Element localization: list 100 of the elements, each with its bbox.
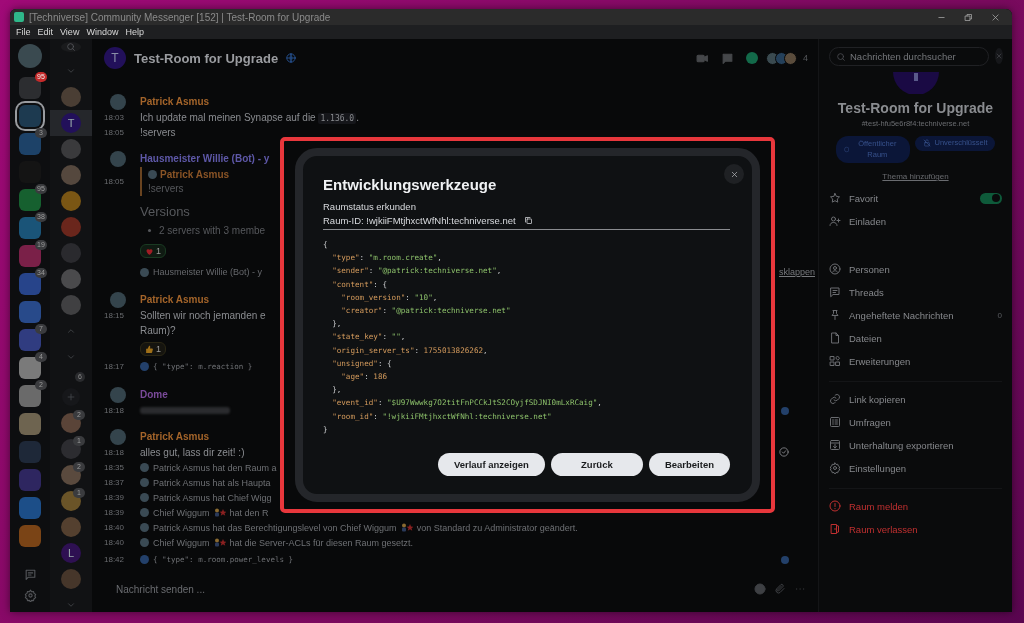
menu-item[interactable]: Edit [37,27,54,37]
menu-item[interactable]: Erweiterungen [829,354,1002,368]
menu-item[interactable]: Umfragen [829,415,1002,429]
message-text: Raum)? [140,325,176,336]
space-icon[interactable] [19,189,41,211]
menu-item[interactable]: Raum melden [829,499,1002,513]
menu-item[interactable]: Personen [829,262,1002,276]
reaction-button[interactable]: 1 [140,244,166,258]
quoted-sender: Patrick Asmus [160,169,230,180]
user-avatar[interactable] [18,44,42,68]
search-button[interactable] [61,42,81,52]
user-avatar[interactable] [110,150,126,167]
timestamp: 18:18 [104,406,125,415]
read-receipt-text: Hausmeister Willie (Bot) - y [153,267,262,277]
close-icon [729,169,739,179]
person-circle-icon [829,263,841,275]
restore-icon [964,12,973,22]
add-topic-link[interactable]: Thema hinzufügen [829,172,1002,181]
threads-icon [721,51,734,65]
reaction-button[interactable]: 1 [140,342,166,356]
avatar-letter: T [111,51,119,65]
event-text: Chief Wiggum [153,507,210,518]
check-circle-icon [779,446,789,457]
dialog-button[interactable]: Verlauf anzeigen [437,453,545,476]
space-icon[interactable] [19,245,41,267]
add-button[interactable] [62,388,80,406]
menu-label: Raum verlassen [849,523,918,535]
room-item[interactable]: T [50,110,92,136]
menu-label: Einstellungen [849,462,907,474]
dialog-button[interactable]: Zurück [550,453,643,476]
space-icon[interactable] [19,385,41,407]
warning-icon [829,500,841,512]
user-avatar[interactable] [110,386,126,403]
menu-label: Angeheftete Nachrichten [849,309,954,321]
dialog-subtitle: Raumstatus erkunden [323,201,417,212]
timestamp: 18:35 [104,463,125,472]
search-field[interactable]: Nachrichten durchsucher [829,46,989,66]
sender-name[interactable]: Dome [140,389,168,400]
menu-item[interactable]: Einstellungen [829,461,1002,475]
room-title[interactable]: Test-Room for Upgrade [134,50,279,66]
search-icon [836,51,846,62]
message-text: Sollten wir noch jemanden e [140,310,266,321]
menu-item[interactable]: Einladen [829,214,1002,228]
space-icon[interactable] [19,525,41,547]
info-icon[interactable] [746,52,758,64]
menu-item[interactable]: Favorit [829,191,1002,205]
menu-item[interactable]: Raum verlassen [829,522,1002,536]
user-avatar[interactable] [110,93,126,110]
sender-name[interactable]: Hausmeister Willie (Bot) - y [140,153,270,164]
menu-item[interactable]: Dateien [829,331,1002,345]
room-avatar[interactable]: T [104,47,126,69]
timestamp: 18:18 [104,448,125,457]
grid-icon [829,355,841,367]
sender-name[interactable]: Patrick Asmus [140,294,210,305]
user-avatar[interactable] [110,428,126,445]
menu-item[interactable]: Unterhaltung exportieren [829,438,1002,452]
timestamp: 18:40 [104,523,125,532]
menu-item[interactable]: Threads [829,285,1002,299]
copy-icon [523,216,533,225]
menu-item[interactable]: Window [86,27,119,37]
space-icon[interactable] [19,217,41,239]
event-text: Patrick Asmus hat den Raum a [153,462,277,473]
star-icon [829,192,841,204]
space-icon[interactable] [19,301,41,323]
space-icon[interactable] [19,413,41,435]
room-item[interactable]: L [50,540,92,566]
close-button[interactable] [724,164,744,184]
paperclip-icon [774,583,786,595]
space-icon[interactable] [19,329,41,351]
timestamp: 18:37 [104,478,125,487]
menu-label: Dateien [849,332,882,344]
plus-icon [66,392,76,402]
sender-name[interactable]: Patrick Asmus [140,431,210,442]
door-icon [829,523,841,535]
sender-name[interactable]: Patrick Asmus [140,96,210,107]
event-text: hat den R [229,507,269,518]
timestamp: 18:15 [104,311,125,320]
heart-icon [145,246,154,256]
menu-label: Threads [849,286,884,298]
user-avatar[interactable] [110,291,126,308]
chevron-down-icon [66,66,76,76]
space-icon[interactable] [19,357,41,379]
dialog-title: Entwicklungswerkzeuge [323,176,498,193]
expand-link[interactable]: sklappen [778,267,815,277]
menu-label: Einladen [849,215,886,227]
space-icon[interactable] [19,77,41,99]
toggle-switch[interactable] [980,192,1002,204]
room-name: Test-Room for Upgrade [836,100,995,116]
dialog-button[interactable]: Bearbeiten [648,453,730,476]
menu-item[interactable]: Link kopieren [829,392,1002,406]
space-icon[interactable] [19,497,41,519]
menu-item[interactable]: File [16,27,31,37]
timestamp: 18:39 [104,508,125,517]
poll-icon [829,416,841,428]
menu-item[interactable]: Help [125,27,144,37]
menu-item[interactable]: View [60,27,80,37]
message-field[interactable]: Nachricht senden ... [114,582,318,596]
threads-icon [829,286,841,298]
space-icon[interactable] [19,273,41,295]
avatar-letter: T [67,117,75,129]
